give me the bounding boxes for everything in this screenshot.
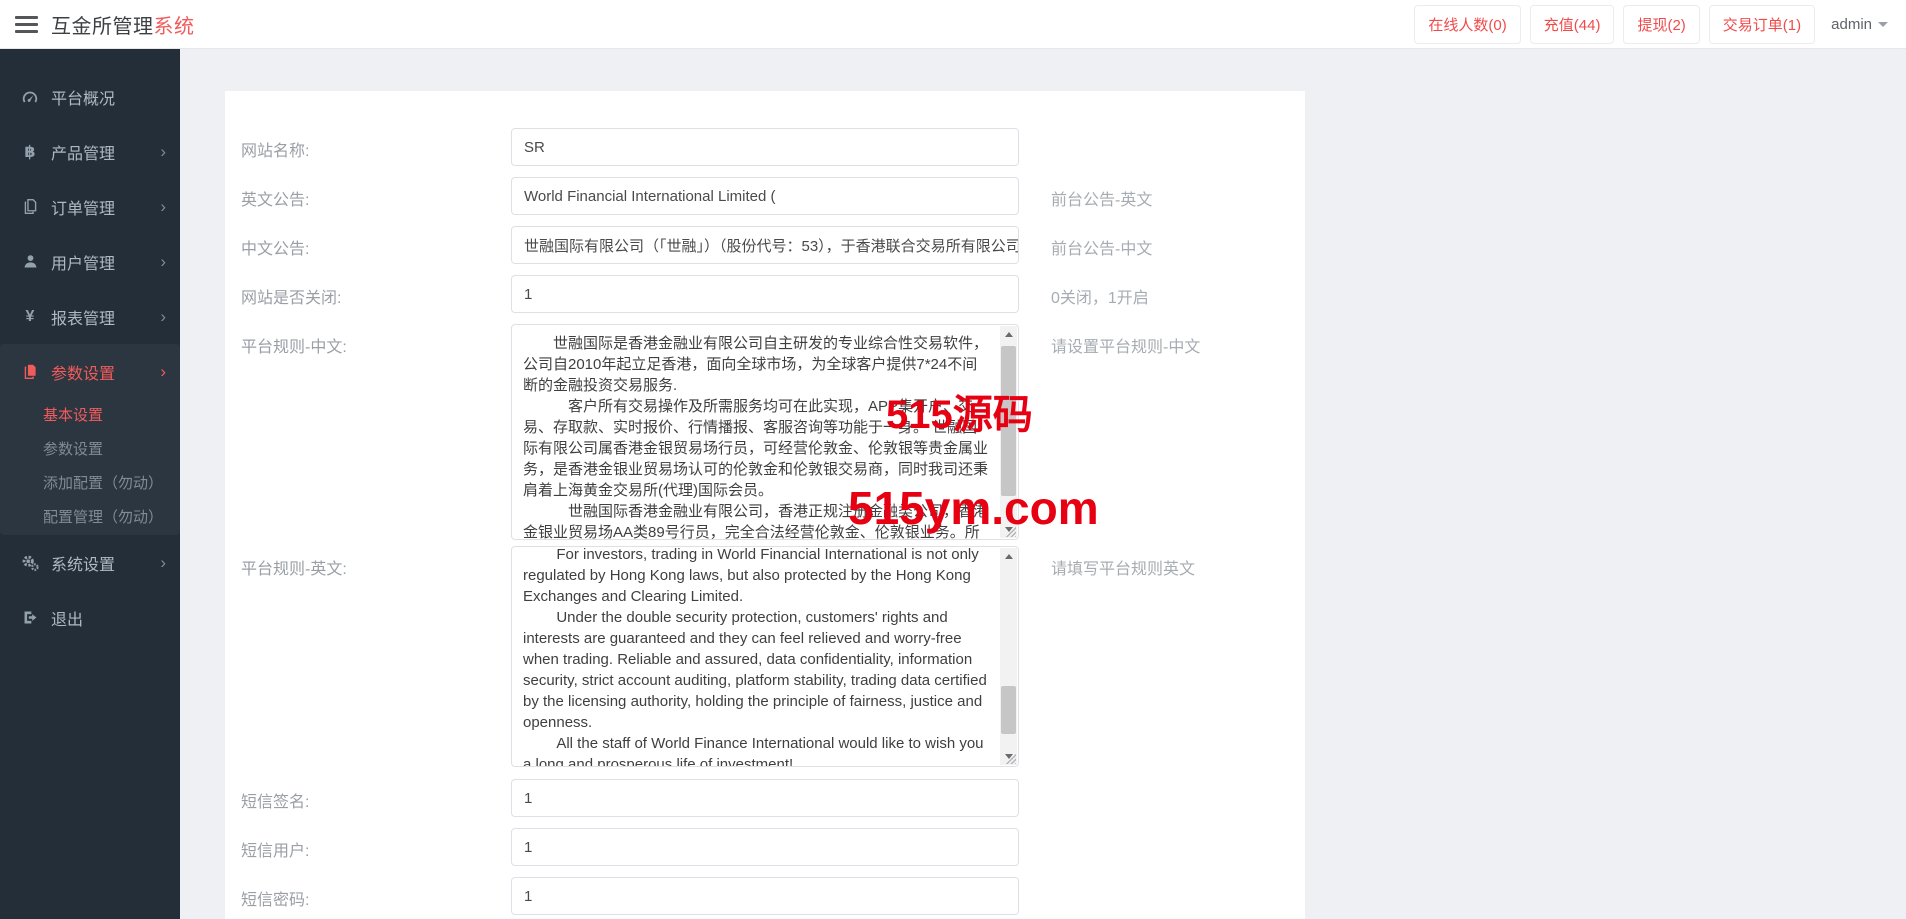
scroll-up-icon[interactable]: [1000, 326, 1017, 343]
main-content: 网站名称: SR 英文公告: World Financial Internati…: [180, 49, 1906, 919]
scrollbar-thumb[interactable]: [1001, 346, 1016, 496]
hamburger-menu-icon[interactable]: [15, 12, 38, 37]
trade-orders-button[interactable]: 交易订单(1): [1708, 4, 1816, 44]
textarea-text: 世融国际是香港金融业有限公司自主研发的专业综合性交易软件，公司自2010年起立足…: [523, 335, 989, 540]
form-row-sms-password: 短信密码: 1: [241, 877, 1305, 915]
admin-user-dropdown[interactable]: admin: [1831, 16, 1888, 33]
sidebar-item-label: 平台概况: [51, 90, 116, 108]
logout-icon: [19, 609, 41, 626]
sidebar-item-user-management[interactable]: 用户管理 ›: [0, 234, 180, 289]
sidebar-item-order-management[interactable]: 订单管理 ›: [0, 179, 180, 234]
textarea-text: For investors, trading in World Financia…: [523, 546, 987, 767]
field-label: 平台规则-中文:: [241, 339, 347, 356]
sidebar-item-parameter-settings[interactable]: 参数设置 ›: [0, 344, 180, 399]
sidebar-subitem-add-config[interactable]: 添加配置（勿动）: [0, 467, 180, 501]
bitcoin-icon: ฿: [24, 143, 36, 161]
dashboard-icon: [19, 88, 41, 106]
chevron-right-icon: ›: [160, 362, 166, 381]
chevron-right-icon: ›: [160, 252, 166, 271]
recharge-button[interactable]: 充值(44): [1529, 4, 1615, 44]
orders-icon: [19, 198, 41, 215]
user-icon: [19, 253, 41, 270]
sidebar-item-product-management[interactable]: ฿ 产品管理 ›: [0, 124, 180, 179]
form-row-site-name: 网站名称: SR: [241, 128, 1305, 166]
platform-rules-chinese-textarea[interactable]: 世融国际是香港金融业有限公司自主研发的专业综合性交易软件，公司自2010年起立足…: [511, 324, 1019, 540]
scrollbar[interactable]: [1000, 326, 1017, 538]
sidebar-item-logout[interactable]: 退出: [0, 590, 180, 645]
field-hint: 前台公告-中文: [1051, 241, 1153, 258]
sidebar-item-label: 订单管理: [51, 200, 116, 218]
site-name-input[interactable]: SR: [511, 128, 1019, 166]
chevron-right-icon: ›: [160, 142, 166, 161]
top-header: 互金所管理系统 在线人数(0) 充值(44) 提现(2) 交易订单(1) adm…: [0, 0, 1906, 49]
online-users-button[interactable]: 在线人数(0): [1414, 4, 1521, 44]
form-row-platform-rules-chinese: 平台规则-中文: 世融国际是香港金融业有限公司自主研发的专业综合性交易软件，公司…: [241, 324, 1305, 540]
form-row-sms-user: 短信用户: 1: [241, 828, 1305, 866]
chinese-announcement-input[interactable]: 世融国际有限公司（「世融」）（股份代号：53），于香港联合交易所有限公司: [511, 226, 1019, 264]
sidebar-item-label: 系统设置: [51, 556, 116, 574]
sidebar-item-label: 参数设置: [51, 365, 116, 383]
form-row-site-closed: 网站是否关闭: 1 0关闭，1开启: [241, 275, 1305, 313]
withdraw-button[interactable]: 提现(2): [1623, 4, 1700, 44]
app-title: 互金所管理系统: [51, 10, 195, 39]
field-label: 英文公告:: [241, 192, 310, 209]
app-title-accent: 系统: [153, 15, 195, 38]
field-label: 短信用户:: [241, 843, 310, 860]
field-hint: 请设置平台规则-中文: [1051, 339, 1201, 356]
english-announcement-input[interactable]: World Financial International Limited (: [511, 177, 1019, 215]
field-label: 中文公告:: [241, 241, 310, 258]
chevron-down-icon: [1878, 21, 1888, 27]
scrollbar-thumb[interactable]: [1001, 686, 1016, 734]
gears-icon: [19, 554, 41, 572]
form-row-sms-signature: 短信签名: 1: [241, 779, 1305, 817]
field-hint: 请填写平台规则英文: [1051, 561, 1196, 578]
sidebar-item-label: 退出: [51, 611, 84, 629]
sidebar-item-label: 产品管理: [51, 145, 116, 163]
form-row-platform-rules-english: 平台规则-英文: For investors, trading in World…: [241, 546, 1305, 767]
sidebar-group-parameter-settings: 参数设置 › 基本设置 参数设置 添加配置（勿动） 配置管理（勿动）: [0, 344, 180, 535]
field-label: 短信密码:: [241, 892, 310, 909]
settings-form-card: 网站名称: SR 英文公告: World Financial Internati…: [225, 91, 1305, 919]
field-hint: 前台公告-英文: [1051, 192, 1153, 209]
field-hint: 0关闭，1开启: [1051, 290, 1149, 307]
sidebar-subitem-parameter-settings[interactable]: 参数设置: [0, 433, 180, 467]
scroll-up-icon[interactable]: [1000, 548, 1017, 565]
header-actions: 在线人数(0) 充值(44) 提现(2) 交易订单(1) admin: [1405, 4, 1906, 44]
sidebar-item-platform-overview[interactable]: 平台概况: [0, 69, 180, 124]
field-label: 短信签名:: [241, 794, 310, 811]
app-title-main: 互金所管理: [51, 15, 154, 38]
sidebar-subitem-config-management[interactable]: 配置管理（勿动）: [0, 501, 180, 535]
admin-user-name: admin: [1831, 15, 1872, 33]
field-label: 网站名称:: [241, 143, 310, 160]
chevron-right-icon: ›: [160, 197, 166, 216]
basic-settings-form: 网站名称: SR 英文公告: World Financial Internati…: [225, 91, 1305, 915]
scrollbar[interactable]: [1000, 548, 1017, 765]
sidebar-item-report-management[interactable]: ¥ 报表管理 ›: [0, 289, 180, 344]
platform-rules-english-textarea[interactable]: For investors, trading in World Financia…: [511, 546, 1019, 767]
sidebar-item-label: 用户管理: [51, 255, 116, 273]
sms-user-input[interactable]: 1: [511, 828, 1019, 866]
sidebar-item-system-settings[interactable]: 系统设置 ›: [0, 535, 180, 590]
sms-password-input[interactable]: 1: [511, 877, 1019, 915]
sidebar-item-label: 报表管理: [51, 310, 116, 328]
chevron-right-icon: ›: [160, 307, 166, 326]
form-row-chinese-announcement: 中文公告: 世融国际有限公司（「世融」）（股份代号：53），于香港联合交易所有限…: [241, 226, 1305, 264]
sidebar-nav: 平台概况 ฿ 产品管理 › 订单管理 › 用户管理 › ¥ 报表管理 › 参数设…: [0, 49, 180, 919]
file-red-icon: [19, 363, 41, 380]
sidebar-subitem-basic-settings[interactable]: 基本设置: [0, 399, 180, 433]
sms-signature-input[interactable]: 1: [511, 779, 1019, 817]
form-row-english-announcement: 英文公告: World Financial International Limi…: [241, 177, 1305, 215]
yen-icon: ¥: [25, 307, 35, 325]
field-label: 平台规则-英文:: [241, 561, 347, 578]
field-label: 网站是否关闭:: [241, 290, 342, 307]
site-closed-input[interactable]: 1: [511, 275, 1019, 313]
chevron-right-icon: ›: [160, 553, 166, 572]
